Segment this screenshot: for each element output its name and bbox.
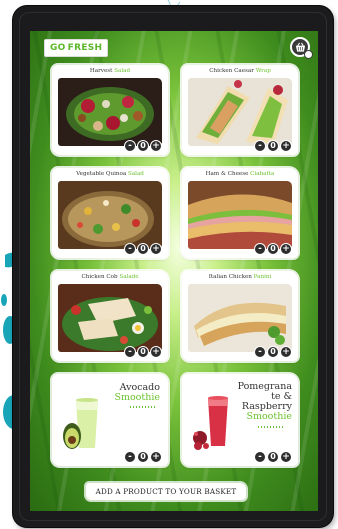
product-title: Ham & Cheese Ciabatta — [205, 171, 275, 177]
decrease-button[interactable]: - — [254, 451, 266, 463]
logo-go: GO — [50, 43, 66, 53]
basket-icon — [295, 42, 305, 52]
increase-button[interactable]: + — [280, 140, 292, 152]
quantity-controls: - 0 + — [254, 346, 292, 358]
product-photo — [58, 181, 162, 249]
quantity-value: 0 — [137, 451, 149, 463]
increase-button[interactable]: + — [150, 243, 162, 255]
product-title: Italian Chicken Panini — [208, 274, 272, 280]
product-photo — [188, 78, 292, 146]
product-card-avocado-smoothie[interactable]: Avocado Smoothie - 0 + — [52, 374, 168, 466]
product-card-pomegranate-raspberry-smoothie[interactable]: Pomegrana te & Raspberry Smoothie - 0 + — [182, 374, 298, 466]
quantity-controls: - 0 + — [254, 140, 292, 152]
basket-count-badge — [304, 50, 313, 59]
increase-button[interactable]: + — [280, 451, 292, 463]
quantity-value: 0 — [267, 140, 279, 152]
quantity-value: 0 — [267, 243, 279, 255]
product-title: Harvest Salad — [89, 68, 131, 74]
quantity-controls: - 0 + — [254, 451, 292, 463]
product-photo — [188, 284, 292, 352]
decrease-button[interactable]: - — [254, 243, 266, 255]
decrease-button[interactable]: - — [254, 346, 266, 358]
product-photo — [58, 284, 162, 352]
smoothie-photo — [63, 398, 98, 449]
product-card-chicken-cob-salade[interactable]: Chicken Cob Salade - 0 + — [52, 271, 168, 361]
quantity-controls: - 0 + — [124, 346, 162, 358]
kiosk-screen: GO FRESH Harvest Salad - 0 + Chicken Cae… — [30, 31, 318, 511]
quantity-value: 0 — [137, 346, 149, 358]
increase-button[interactable]: + — [150, 140, 162, 152]
quantity-controls: - 0 + — [254, 243, 292, 255]
quantity-value: 0 — [267, 451, 279, 463]
product-title: Chicken Cob Salade — [81, 274, 139, 280]
product-title: Chicken Caesar Wrap — [209, 68, 271, 74]
add-to-basket-button[interactable]: ADD A PRODUCT TO YOUR BASKET — [86, 483, 246, 500]
decrease-button[interactable]: - — [124, 140, 136, 152]
quantity-value: 0 — [267, 346, 279, 358]
logo-fresh: FRESH — [67, 43, 103, 53]
smoothie-photo — [193, 396, 228, 450]
decrease-button[interactable]: - — [254, 140, 266, 152]
product-card-harvest-salad[interactable]: Harvest Salad - 0 + — [52, 65, 168, 155]
increase-button[interactable]: + — [280, 346, 292, 358]
product-title: Vegetable Quinoa Salad — [76, 171, 144, 177]
product-card-chicken-caesar-wrap[interactable]: Chicken Caesar Wrap - 0 + — [182, 65, 298, 155]
go-fresh-logo: GO FRESH — [44, 39, 109, 57]
title-underline-dots — [258, 426, 284, 428]
product-card-vegetable-quinoa-salad[interactable]: Vegetable Quinoa Salad - 0 + — [52, 168, 168, 258]
quantity-controls: - 0 + — [124, 243, 162, 255]
increase-button[interactable]: + — [150, 451, 162, 463]
product-card-ham-cheese-ciabatta[interactable]: Ham & Cheese Ciabatta - 0 + — [182, 168, 298, 258]
quantity-controls: - 0 + — [124, 451, 162, 463]
decrease-button[interactable]: - — [124, 346, 136, 358]
quantity-value: 0 — [137, 140, 149, 152]
quantity-value: 0 — [137, 243, 149, 255]
decrease-button[interactable]: - — [124, 451, 136, 463]
product-photo — [58, 78, 162, 146]
increase-button[interactable]: + — [150, 346, 162, 358]
increase-button[interactable]: + — [280, 243, 292, 255]
product-card-italian-chicken-panini[interactable]: Italian Chicken Panini - 0 + — [182, 271, 298, 361]
decrease-button[interactable]: - — [124, 243, 136, 255]
product-photo — [188, 181, 292, 249]
quantity-controls: - 0 + — [124, 140, 162, 152]
title-underline-dots — [130, 406, 156, 408]
